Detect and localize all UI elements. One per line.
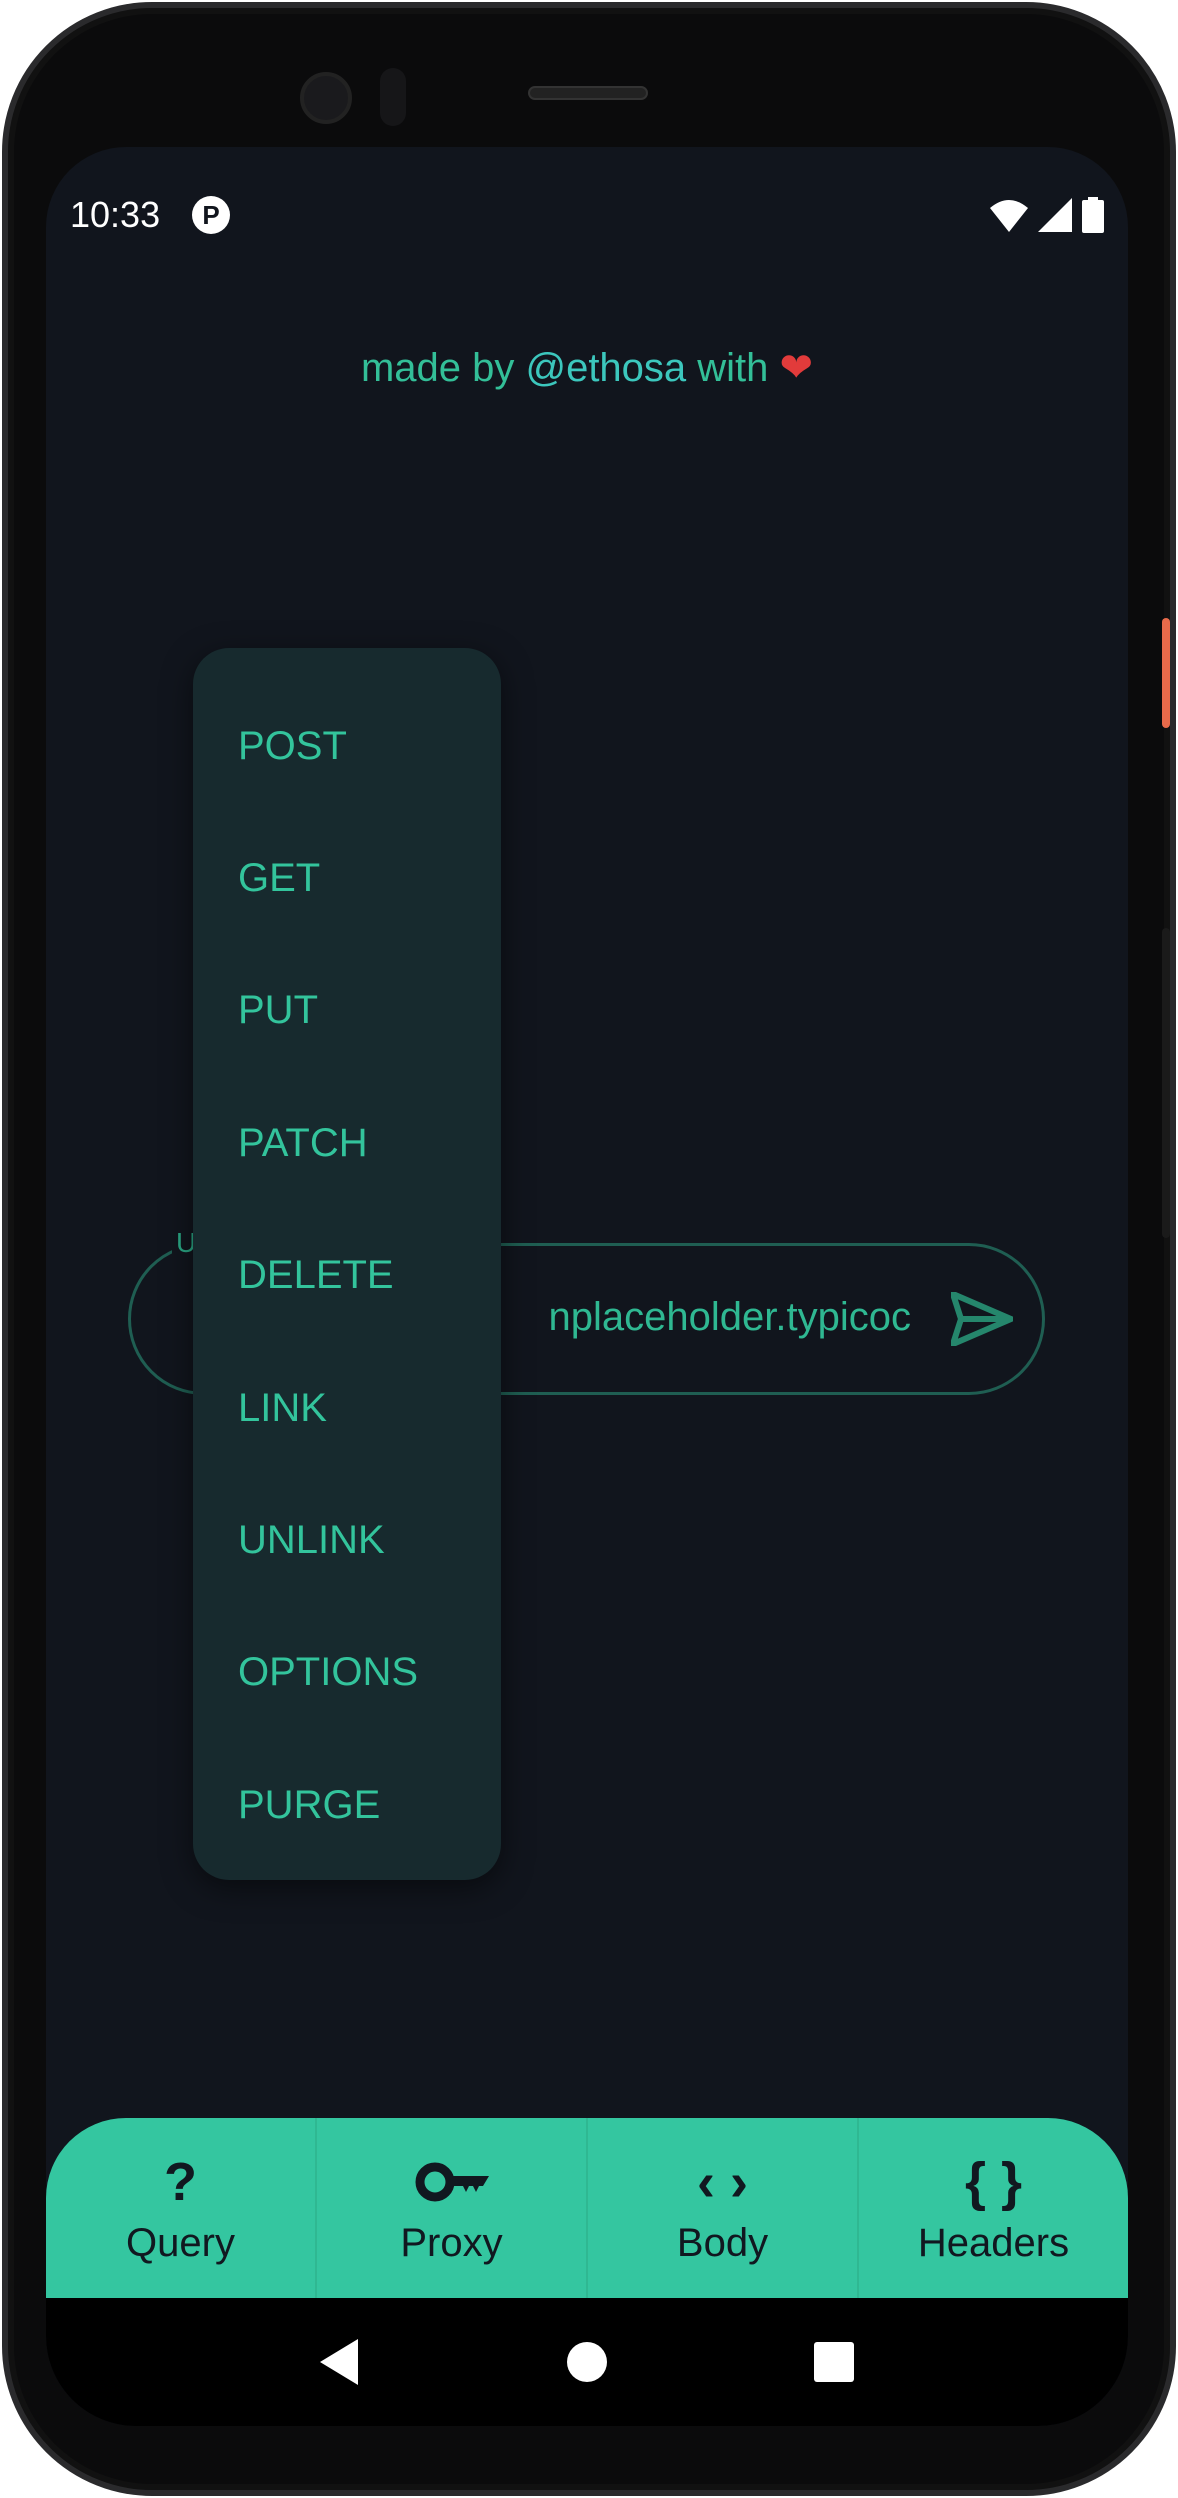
- code-icon: ‹ ›: [697, 2151, 748, 2212]
- power-button: [1162, 618, 1170, 728]
- key-icon: [415, 2151, 489, 2213]
- credit-prefix: made by: [360, 346, 526, 390]
- send-icon[interactable]: [951, 1292, 1013, 1346]
- menu-item-patch[interactable]: PATCH: [193, 1077, 501, 1209]
- volume-button: [1162, 928, 1170, 1238]
- menu-item-unlink[interactable]: UNLINK: [193, 1474, 501, 1606]
- tab-label: Headers: [917, 2220, 1070, 2265]
- sensor: [380, 68, 406, 126]
- tab-query[interactable]: ? Query: [46, 2118, 317, 2298]
- braces-icon: { }: [964, 2151, 1023, 2212]
- question-icon: ?: [164, 2151, 197, 2212]
- front-camera: [300, 72, 352, 124]
- author-link[interactable]: @ethosa: [525, 346, 686, 390]
- recents-icon[interactable]: [814, 2342, 855, 2382]
- system-nav-bar: [46, 2298, 1128, 2426]
- url-text: nplaceholder.typicoc: [548, 1295, 911, 1339]
- status-bar: 10:33 P: [70, 193, 1104, 237]
- tab-proxy[interactable]: Proxy: [317, 2118, 588, 2298]
- credit-suffix: with: [686, 346, 780, 390]
- back-icon[interactable]: [319, 2339, 360, 2385]
- menu-item-get[interactable]: GET: [193, 812, 501, 944]
- pi-icon: P: [192, 196, 231, 234]
- menu-item-link[interactable]: LINK: [193, 1342, 501, 1474]
- app-screen: 10:33 P made by @ethosa with ❤ U nplaceh…: [46, 147, 1128, 2426]
- tab-headers[interactable]: { } Headers: [859, 2118, 1128, 2298]
- menu-item-post[interactable]: POST: [193, 680, 501, 812]
- credit-text: made by @ethosa with ❤: [46, 345, 1128, 391]
- tab-label: Query: [126, 2220, 235, 2265]
- signal-icon: [1038, 198, 1072, 232]
- menu-item-purge[interactable]: PURGE: [193, 1739, 501, 1871]
- tab-label: Proxy: [400, 2220, 503, 2265]
- method-dropdown-menu: POST GET PUT PATCH DELETE LINK UNLINK OP…: [193, 648, 501, 1880]
- battery-icon: [1082, 197, 1104, 233]
- url-value[interactable]: nplaceholder.typicoc: [466, 1295, 911, 1340]
- heart-icon: ❤: [779, 346, 814, 390]
- home-icon[interactable]: [566, 2342, 607, 2382]
- bottom-nav: ? Query Proxy ‹ › Body { } Headers: [46, 2118, 1128, 2298]
- status-time: 10:33: [70, 194, 161, 235]
- wifi-icon: [990, 200, 1028, 232]
- menu-item-delete[interactable]: DELETE: [193, 1210, 501, 1342]
- menu-item-options[interactable]: OPTIONS: [193, 1607, 501, 1739]
- earpiece-speaker: [528, 86, 648, 100]
- tab-body[interactable]: ‹ › Body: [588, 2118, 859, 2298]
- tab-label: Body: [676, 2220, 769, 2265]
- menu-item-put[interactable]: PUT: [193, 945, 501, 1077]
